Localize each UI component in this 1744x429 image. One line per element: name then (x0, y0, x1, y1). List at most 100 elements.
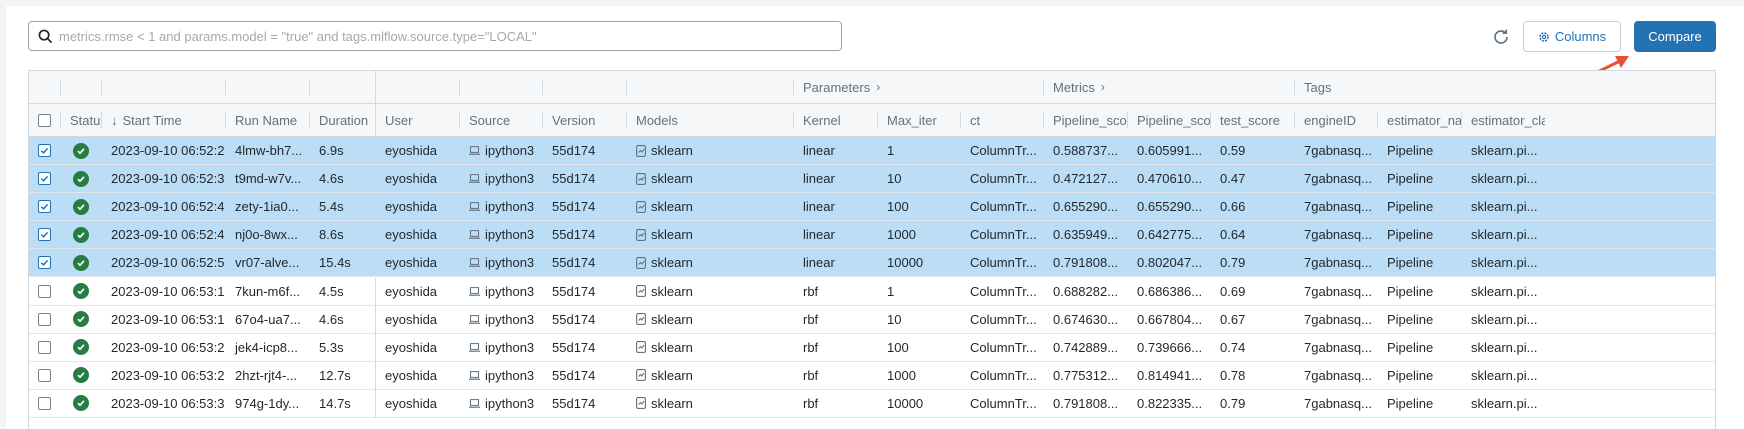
table-row[interactable]: 2023-09-10 06:53:20 jek4-icp8... 5.3s eyosh… (29, 333, 1715, 362)
model-link[interactable]: sklearn (626, 165, 793, 192)
model-label[interactable]: sklearn (651, 284, 693, 299)
model-link[interactable]: sklearn (626, 278, 793, 305)
run-name[interactable]: zety-1ia0... (225, 193, 309, 220)
row-checkbox[interactable] (38, 368, 51, 382)
model-link[interactable]: sklearn (626, 137, 793, 164)
start-time-link[interactable]: 2023-09-10 06:52:29 (101, 137, 225, 164)
run-name[interactable]: 4lmw-bh7... (225, 137, 309, 164)
run-name[interactable]: jek4-icp8... (225, 334, 309, 361)
model-label[interactable]: sklearn (651, 227, 693, 242)
start-time-link[interactable]: 2023-09-10 06:53:25 (101, 362, 225, 389)
table-row[interactable]: 2023-09-10 06:52:36 t9md-w7v... 4.6s eyoshi… (29, 165, 1715, 194)
row-checkbox[interactable] (38, 312, 51, 326)
row-select[interactable] (29, 221, 60, 248)
col-kernel[interactable]: Kernel (793, 104, 877, 136)
start-time-link[interactable]: 2023-09-10 06:53:20 (101, 334, 225, 361)
model-label[interactable]: sklearn (651, 340, 693, 355)
table-row[interactable]: 2023-09-10 06:52:46 nj0o-8wx... 8.6s eyoshi… (29, 221, 1715, 250)
table-row[interactable]: 2023-09-10 06:52:41 zety-1ia0... 5.4s eyosh… (29, 193, 1715, 222)
row-select[interactable] (29, 306, 60, 333)
source-label: ipython3 (485, 395, 535, 411)
run-name[interactable]: vr07-alve... (225, 249, 309, 276)
table-row[interactable]: 2023-09-10 06:53:15 67o4-ua7... 4.6s eyoshi… (29, 305, 1715, 334)
row-checkbox[interactable] (38, 228, 51, 242)
pipeline-score-1: 0.742889... (1053, 339, 1119, 355)
row-select[interactable] (29, 137, 60, 164)
select-all-checkbox[interactable] (38, 113, 51, 127)
model-link[interactable]: sklearn (626, 221, 793, 248)
model-label[interactable]: sklearn (651, 199, 693, 214)
col-models[interactable]: Models (626, 104, 793, 136)
col-test-score[interactable]: test_score (1210, 104, 1294, 136)
model-label[interactable]: sklearn (651, 396, 693, 411)
start-time-link[interactable]: 2023-09-10 06:52:41 (101, 193, 225, 220)
group-tags[interactable]: Tags (1294, 71, 1331, 103)
row-select[interactable] (29, 390, 60, 417)
col-run-name[interactable]: Run Name (225, 104, 309, 136)
model-label[interactable]: sklearn (651, 171, 693, 186)
arrow-down-icon: ↓ (111, 112, 118, 128)
row-select[interactable] (29, 165, 60, 192)
col-estimator-class[interactable]: estimator_class (1461, 104, 1545, 136)
columns-button[interactable]: Columns (1523, 21, 1621, 52)
group-metrics[interactable]: Metrics › (1043, 71, 1105, 103)
col-max-iter[interactable]: Max_iter (877, 104, 960, 136)
row-select[interactable] (29, 249, 60, 276)
model-label[interactable]: sklearn (651, 368, 693, 383)
refresh-icon[interactable] (1490, 26, 1512, 48)
col-pipeline-score-1[interactable]: Pipeline_score (1043, 104, 1127, 136)
select-all[interactable] (29, 104, 60, 136)
model-link[interactable]: sklearn (626, 390, 793, 417)
col-status[interactable]: Status (60, 104, 101, 136)
col-duration[interactable]: Duration (309, 104, 375, 136)
model-link[interactable]: sklearn (626, 193, 793, 220)
start-time-link[interactable]: 2023-09-10 06:52:36 (101, 165, 225, 192)
col-source[interactable]: Source (459, 104, 542, 136)
row-checkbox[interactable] (38, 340, 51, 354)
group-parameters[interactable]: Parameters › (793, 71, 880, 103)
row-checkbox[interactable] (38, 200, 51, 214)
model-link[interactable]: sklearn (626, 249, 793, 276)
model-label[interactable]: sklearn (651, 143, 693, 158)
row-checkbox[interactable] (38, 256, 51, 270)
model-link[interactable]: sklearn (626, 362, 793, 389)
col-engine-id[interactable]: engineID (1294, 104, 1377, 136)
start-time-link[interactable]: 2023-09-10 06:53:10 (101, 278, 225, 305)
row-select[interactable] (29, 334, 60, 361)
col-user[interactable]: User (375, 104, 459, 136)
compare-button[interactable]: Compare (1634, 21, 1716, 52)
run-name[interactable]: 974g-1dy... (225, 390, 309, 417)
run-name[interactable]: 7kun-m6f... (225, 278, 309, 305)
run-name[interactable]: 67o4-ua7... (225, 306, 309, 333)
row-select[interactable] (29, 278, 60, 305)
row-checkbox[interactable] (38, 172, 51, 186)
row-select[interactable] (29, 193, 60, 220)
table-row[interactable]: 2023-09-10 06:52:29 4lmw-bh7... 6.9s eyoshi… (29, 137, 1715, 165)
row-select[interactable] (29, 362, 60, 389)
col-estimator-name[interactable]: estimator_name (1377, 104, 1461, 136)
start-time-link[interactable]: 2023-09-10 06:52:46 (101, 221, 225, 248)
start-time-link[interactable]: 2023-09-10 06:53:15 (101, 306, 225, 333)
col-pipeline-score-2[interactable]: Pipeline_score (1127, 104, 1210, 136)
table-row[interactable]: 2023-09-10 06:52:55 vr07-alve... 15.4s eyos… (29, 249, 1715, 278)
model-link[interactable]: sklearn (626, 306, 793, 333)
row-checkbox[interactable] (38, 144, 51, 157)
search-input[interactable] (59, 28, 841, 44)
table-row[interactable]: 2023-09-10 06:53:10 7kun-m6f... 4.5s eyoshi… (29, 277, 1715, 306)
model-label[interactable]: sklearn (651, 312, 693, 327)
table-row[interactable]: 2023-09-10 06:53:38 974g-1dy... 14.7s eyosh… (29, 389, 1715, 418)
start-time-link[interactable]: 2023-09-10 06:53:38 (101, 390, 225, 417)
table-row[interactable]: 2023-09-10 06:53:25 2hzt-rjt4-... 12.7s eyo… (29, 361, 1715, 390)
run-name[interactable]: t9md-w7v... (225, 165, 309, 192)
col-start-time[interactable]: ↓ Start Time (101, 104, 225, 136)
model-label[interactable]: sklearn (651, 255, 693, 270)
col-ct[interactable]: ct (960, 104, 1043, 136)
run-name[interactable]: nj0o-8wx... (225, 221, 309, 248)
col-version[interactable]: Version (542, 104, 626, 136)
row-checkbox[interactable] (38, 396, 51, 410)
run-name[interactable]: 2hzt-rjt4-... (225, 362, 309, 389)
model-link[interactable]: sklearn (626, 334, 793, 361)
search-bar[interactable] (28, 21, 842, 51)
start-time-link[interactable]: 2023-09-10 06:52:55 (101, 249, 225, 276)
row-checkbox[interactable] (38, 284, 51, 298)
